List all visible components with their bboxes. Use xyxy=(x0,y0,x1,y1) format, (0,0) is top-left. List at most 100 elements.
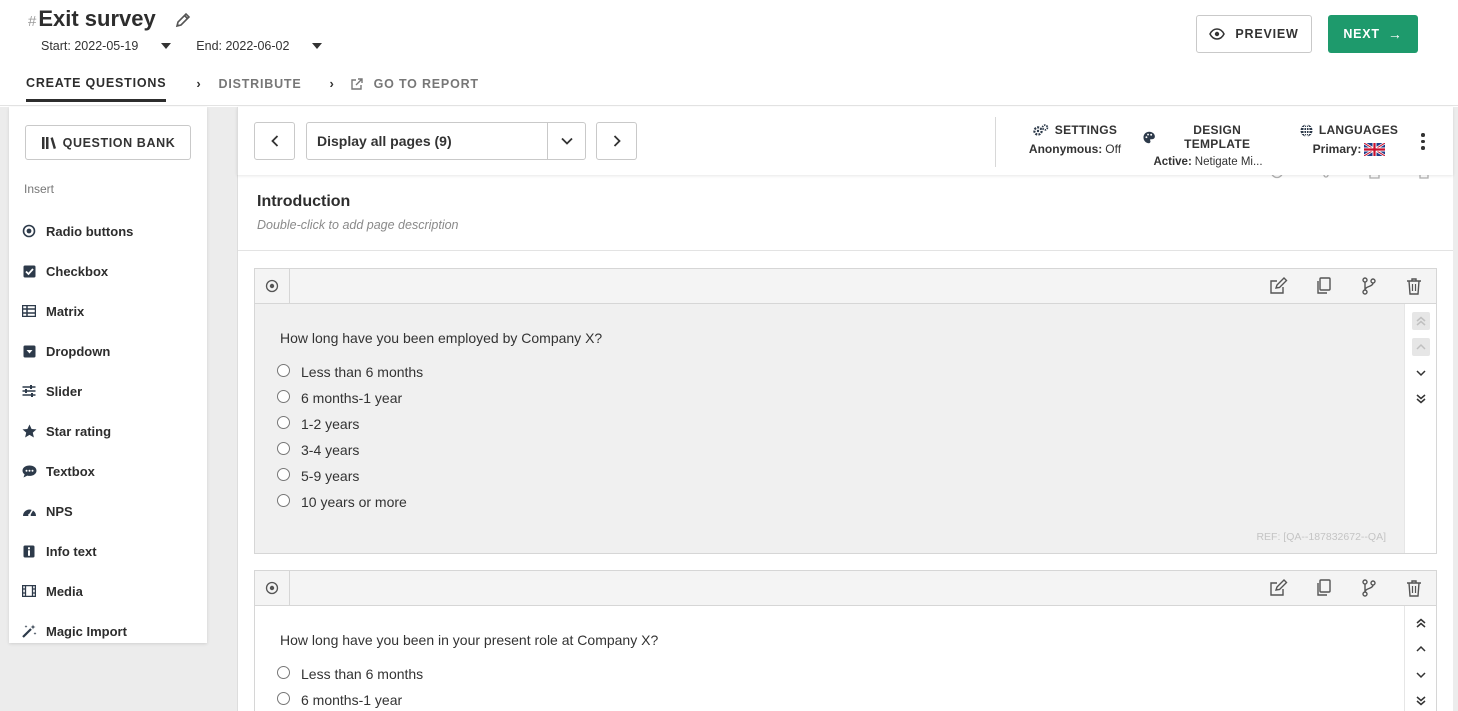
answer-option[interactable]: 5-9 years xyxy=(277,463,423,489)
radio-circle[interactable] xyxy=(277,467,290,481)
move-up-icon[interactable] xyxy=(1411,338,1430,356)
option-label: 1-2 years xyxy=(301,416,360,432)
answer-option[interactable]: Less than 6 months xyxy=(277,359,423,385)
library-books-icon xyxy=(41,136,56,149)
question-body: How long have you been in your present r… xyxy=(255,606,1406,711)
insert-info-text[interactable]: Info text xyxy=(21,531,201,571)
page-title[interactable]: Introduction xyxy=(257,193,350,211)
radio-circle[interactable] xyxy=(277,389,290,403)
date-range: Start: 2022-05-19 End: 2022-06-02 xyxy=(41,39,323,53)
eye-icon xyxy=(1209,28,1226,40)
survey-title[interactable]: Exit survey xyxy=(38,6,155,32)
option-label: 6 months-1 year xyxy=(301,692,403,708)
move-down-icon[interactable] xyxy=(1412,666,1430,684)
radio-circle[interactable] xyxy=(277,415,290,429)
start-date-dropdown[interactable]: Start: 2022-05-19 xyxy=(41,39,172,53)
survey-title-row: # Exit survey xyxy=(28,6,192,32)
edit-pencil-icon[interactable] xyxy=(174,11,192,29)
caret-down-icon xyxy=(161,43,172,49)
page-header[interactable]: Introduction Double-click to add page de… xyxy=(238,175,1453,251)
move-to-top-icon[interactable] xyxy=(1411,312,1430,330)
arrow-right-icon: → xyxy=(1387,26,1403,42)
page-description[interactable]: Double-click to add page description xyxy=(257,218,459,232)
design-template-button[interactable]: DESIGN TEMPLATE Active: Netigate Mi... xyxy=(1143,123,1273,168)
option-label: Less than 6 months xyxy=(301,666,424,682)
radio-type-icon xyxy=(255,571,290,605)
radio-circle[interactable] xyxy=(277,441,290,455)
insert-item-label: Textbox xyxy=(46,463,95,479)
insert-item-label: Info text xyxy=(46,543,97,559)
insert-nps[interactable]: NPS xyxy=(21,491,201,531)
move-down-icon[interactable] xyxy=(1412,364,1430,382)
insert-textbox[interactable]: Textbox xyxy=(21,451,201,491)
matrix-icon xyxy=(21,303,37,319)
insert-media[interactable]: Media xyxy=(21,571,201,611)
question-body: How long have you been employed by Compa… xyxy=(255,304,1406,553)
next-page-button[interactable] xyxy=(596,122,637,160)
insert-item-label: Media xyxy=(46,583,83,599)
textbox-icon xyxy=(21,463,37,479)
insert-dropdown[interactable]: Dropdown xyxy=(21,331,201,371)
tab-distribute[interactable]: DISTRIBUTE xyxy=(219,77,302,102)
page-select-dropdown[interactable]: Display all pages (9) xyxy=(306,122,586,160)
insert-item-label: Matrix xyxy=(46,303,85,319)
design-template-title: DESIGN TEMPLATE xyxy=(1184,123,1251,151)
magic-wand-icon xyxy=(21,623,37,639)
move-to-top-icon[interactable] xyxy=(1412,614,1430,632)
answer-option[interactable]: Less than 6 months xyxy=(277,661,423,687)
radio-circle[interactable] xyxy=(277,691,290,705)
move-to-bottom-icon[interactable] xyxy=(1412,390,1430,408)
next-button[interactable]: NEXT → xyxy=(1328,15,1418,53)
end-date-dropdown[interactable]: End: 2022-06-02 xyxy=(196,39,323,53)
trash-icon[interactable] xyxy=(1404,579,1424,597)
radio-circle[interactable] xyxy=(277,363,290,377)
answer-option[interactable]: 3-4 years xyxy=(277,437,423,463)
copy-icon[interactable] xyxy=(1314,579,1334,597)
settings-button[interactable]: SETTINGS Anonymous: Off xyxy=(1025,123,1125,156)
edit-icon[interactable] xyxy=(1269,579,1289,597)
branch-logic-icon[interactable] xyxy=(1359,579,1379,597)
insert-slider[interactable]: Slider xyxy=(21,371,201,411)
copy-icon[interactable] xyxy=(1314,277,1334,295)
survey-editor-content: Introduction Double-click to add page de… xyxy=(237,175,1453,711)
insert-list: Radio buttons Checkbox Matrix Dropdown S… xyxy=(21,211,201,651)
chevron-right-icon: › xyxy=(329,76,335,91)
question-card-header xyxy=(255,269,1436,304)
palette-icon xyxy=(1143,131,1155,143)
answer-option[interactable]: 10 years or more xyxy=(277,489,423,515)
tab-go-to-report[interactable]: GO TO REPORT xyxy=(350,77,479,102)
settings-title: SETTINGS xyxy=(1054,123,1118,137)
move-to-bottom-icon[interactable] xyxy=(1412,692,1430,710)
radio-circle[interactable] xyxy=(277,665,290,679)
question-text[interactable]: How long have you been in your present r… xyxy=(280,632,658,648)
more-options-icon[interactable] xyxy=(1421,133,1425,150)
question-card[interactable]: How long have you been employed by Compa… xyxy=(254,268,1437,554)
answer-option[interactable]: 6 months-1 year xyxy=(277,385,423,411)
insert-heading: Insert xyxy=(24,182,55,196)
option-label: Less than 6 months xyxy=(301,364,424,380)
insert-matrix[interactable]: Matrix xyxy=(21,291,201,331)
top-header: # Exit survey Start: 2022-05-19 End: 202… xyxy=(0,0,1458,106)
branch-logic-icon[interactable] xyxy=(1359,277,1379,295)
nps-gauge-icon xyxy=(21,503,37,519)
insert-magic-import[interactable]: Magic Import xyxy=(21,611,201,651)
trash-icon[interactable] xyxy=(1404,277,1424,295)
insert-star-rating[interactable]: Star rating xyxy=(21,411,201,451)
insert-checkbox[interactable]: Checkbox xyxy=(21,251,201,291)
previous-page-button[interactable] xyxy=(254,122,295,160)
edit-icon[interactable] xyxy=(1269,277,1289,295)
insert-item-label: Checkbox xyxy=(46,263,109,279)
languages-button[interactable]: LANGUAGES Primary: xyxy=(1298,123,1400,156)
tab-create-questions[interactable]: CREATE QUESTIONS xyxy=(26,76,167,102)
move-up-icon[interactable] xyxy=(1412,640,1430,658)
radio-circle[interactable] xyxy=(277,493,290,507)
insert-radio-buttons[interactable]: Radio buttons xyxy=(21,211,201,251)
settings-key: Anonymous: xyxy=(1028,142,1103,156)
answer-option[interactable]: 6 months-1 year xyxy=(277,687,423,711)
preview-button[interactable]: PREVIEW xyxy=(1196,15,1312,53)
question-card[interactable]: How long have you been in your present r… xyxy=(254,570,1437,711)
question-bank-button[interactable]: QUESTION BANK xyxy=(25,125,191,160)
answer-option[interactable]: 1-2 years xyxy=(277,411,423,437)
question-text[interactable]: How long have you been employed by Compa… xyxy=(280,330,602,346)
option-label: 6 months-1 year xyxy=(301,390,403,406)
